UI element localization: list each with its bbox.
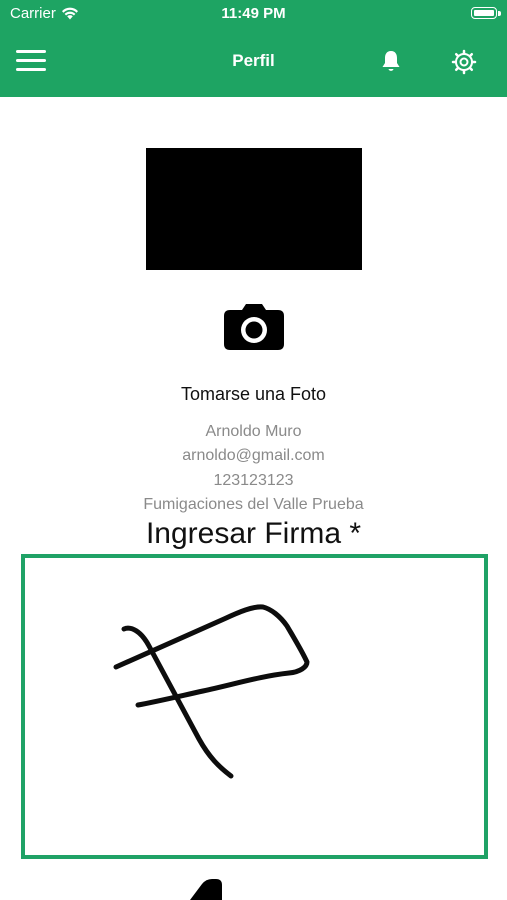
partial-icon — [186, 874, 226, 900]
signature-drawing — [113, 604, 310, 779]
nav-bar: Perfil — [0, 28, 507, 97]
user-email: arnoldo@gmail.com — [182, 447, 325, 464]
status-bar: Carrier 11:49 PM — [0, 0, 507, 28]
bell-icon — [382, 51, 400, 71]
settings-button[interactable] — [450, 48, 478, 76]
gear-icon — [451, 49, 477, 75]
signature-title: Ingresar Firma * — [145, 517, 362, 550]
profile-screen: Carrier 11:49 PM Perfil Tomarse una Foto… — [0, 0, 507, 900]
status-time: 11:49 PM — [221, 5, 286, 22]
notifications-button[interactable] — [378, 48, 404, 74]
battery-tip — [498, 11, 501, 16]
page-title: Perfil — [232, 51, 275, 70]
user-name: Arnoldo Muro — [205, 423, 302, 440]
user-company: Fumigaciones del Valle Prueba — [143, 496, 364, 513]
camera-icon — [224, 304, 284, 350]
user-phone: 123123123 — [213, 472, 294, 489]
signature-pad[interactable] — [21, 554, 488, 859]
take-photo-button[interactable] — [222, 302, 286, 352]
profile-photo — [146, 148, 362, 270]
take-photo-label[interactable]: Tomarse una Foto — [0, 384, 507, 405]
battery-icon — [471, 7, 497, 19]
header-bar: Carrier 11:49 PM Perfil — [0, 0, 507, 97]
